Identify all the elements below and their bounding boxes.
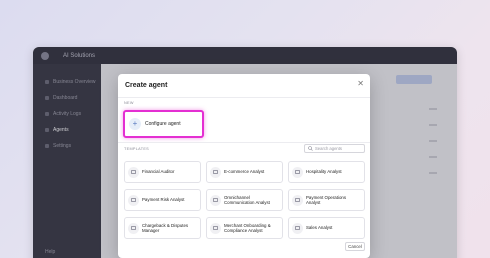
modal-title: Create agent <box>125 82 168 89</box>
template-card-omnichannel-communication-analyst[interactable]: Omnichannel Communication Analyst <box>206 189 283 211</box>
template-card-payment-operations-analyst[interactable]: Payment Operations Analyst <box>288 189 365 211</box>
template-card-sales-analyst[interactable]: Sales Analyst <box>288 217 365 239</box>
template-icon <box>292 222 303 234</box>
configure-agent-highlight: + Configure agent <box>123 110 204 138</box>
divider <box>118 97 370 98</box>
configure-agent-button[interactable]: + Configure agent <box>125 112 202 136</box>
close-icon[interactable]: ✕ <box>357 79 364 88</box>
template-icon <box>128 222 139 234</box>
template-icon <box>128 194 139 206</box>
template-icon <box>292 194 303 206</box>
template-label: Financial Auditor <box>142 169 175 175</box>
template-label: Hospitality Analyst <box>306 169 342 175</box>
template-label: Chargeback & Disputes Manager <box>142 222 189 233</box>
template-icon <box>210 166 221 178</box>
search-icon <box>308 146 313 151</box>
template-label: Payment Risk Analyst <box>142 197 185 203</box>
plus-icon: + <box>129 118 141 130</box>
template-icon <box>210 222 221 234</box>
template-label: Omnichannel Communication Analyst <box>224 194 270 205</box>
template-card-chargeback-disputes-manager[interactable]: Chargeback & Disputes Manager <box>124 217 201 239</box>
template-label: E-commerce Analyst <box>224 169 265 175</box>
template-card-ecommerce-analyst[interactable]: E-commerce Analyst <box>206 161 283 183</box>
divider <box>118 142 370 143</box>
search-box <box>304 144 365 153</box>
template-card-merchant-onboarding-compliance-analyst[interactable]: Merchant Onboarding & Compliance Analyst <box>206 217 283 239</box>
create-agent-modal: Create agent ✕ NEW + Configure agent TEM… <box>118 74 370 258</box>
template-icon <box>210 194 221 206</box>
template-icon <box>292 166 303 178</box>
template-icon <box>128 166 139 178</box>
template-label: Merchant Onboarding & Compliance Analyst <box>224 222 271 233</box>
search-input[interactable] <box>315 146 363 151</box>
templates-section-label: TEMPLATES <box>124 147 149 151</box>
cancel-button[interactable]: Cancel <box>345 242 365 251</box>
template-card-hospitality-analyst[interactable]: Hospitality Analyst <box>288 161 365 183</box>
template-label: Sales Analyst <box>306 225 333 231</box>
new-section-label: NEW <box>124 101 134 105</box>
template-card-financial-auditor[interactable]: Financial Auditor <box>124 161 201 183</box>
configure-agent-label: Configure agent <box>145 121 181 127</box>
template-label: Payment Operations Analyst <box>306 194 347 205</box>
template-card-payment-risk-analyst[interactable]: Payment Risk Analyst <box>124 189 201 211</box>
